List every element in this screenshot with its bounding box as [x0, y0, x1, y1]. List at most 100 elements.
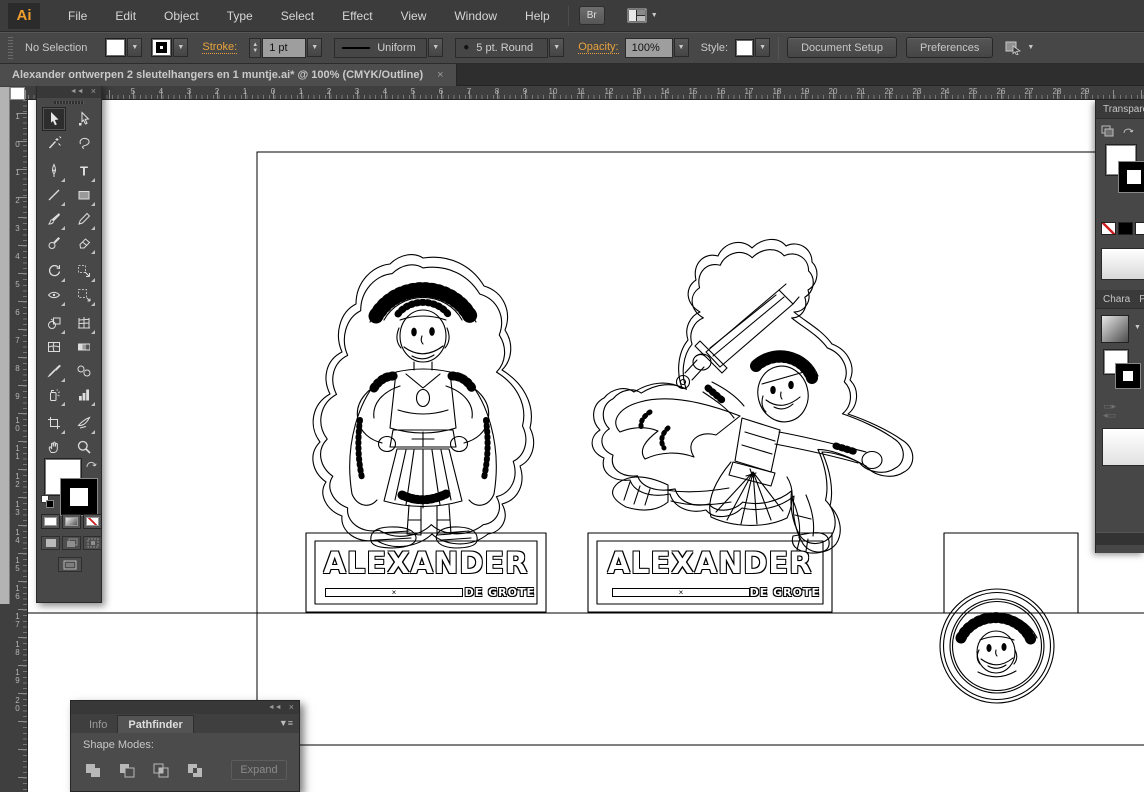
caret-down-icon[interactable]: ▼	[1134, 324, 1141, 331]
select-similar-control[interactable]: ▼	[1005, 40, 1034, 55]
tool-eyedropper[interactable]	[42, 359, 66, 383]
tool-blob-brush[interactable]	[42, 231, 66, 255]
width-profile-caret[interactable]: ▼	[428, 38, 443, 57]
stroke-weight-field[interactable]: 1 pt	[262, 38, 306, 58]
paragraph-panel-tab[interactable]: Pa	[1139, 294, 1144, 305]
document-tab[interactable]: Alexander ontwerpen 2 sleutelhangers en …	[0, 64, 457, 86]
opacity-field[interactable]: 100%	[625, 38, 673, 58]
tool-pencil[interactable]	[72, 207, 96, 231]
standing-figure-artwork[interactable]	[313, 255, 534, 548]
menu-help[interactable]: Help	[511, 3, 564, 29]
draw-normal-button[interactable]	[41, 536, 60, 550]
dock-preview-box[interactable]	[1101, 248, 1144, 280]
coin-artwork[interactable]	[940, 589, 1054, 703]
tool-rectangle[interactable]	[72, 183, 96, 207]
tool-shape-builder[interactable]	[42, 311, 66, 335]
tool-direct-selection[interactable]	[72, 107, 96, 131]
tab-pathfinder[interactable]: Pathfinder	[117, 715, 193, 733]
plate-title[interactable]: ALEXANDER	[315, 546, 537, 580]
panel-menu-icon[interactable]: ▼≡	[279, 718, 293, 728]
brush-caret[interactable]: ▼	[549, 38, 564, 57]
artwork-layer[interactable]	[0, 0, 1144, 792]
none-button[interactable]	[83, 514, 102, 529]
fill-color-swatch[interactable]	[105, 38, 126, 57]
opacity-caret[interactable]: ▼	[674, 38, 689, 57]
tool-blend[interactable]	[72, 359, 96, 383]
tool-lasso[interactable]	[72, 131, 96, 155]
menu-effect[interactable]: Effect	[328, 3, 386, 29]
menu-select[interactable]: Select	[267, 3, 328, 29]
tool-width[interactable]	[42, 283, 66, 307]
stroke-weight-stepper[interactable]: ▲▼	[249, 38, 261, 58]
close-icon[interactable]: ×	[289, 704, 294, 711]
transparency-panel-tab[interactable]: Transpare	[1096, 100, 1144, 119]
tool-gradient[interactable]	[72, 335, 96, 359]
screen-mode-button[interactable]	[58, 557, 82, 572]
plate-title[interactable]: ALEXANDER	[597, 546, 823, 580]
plate-subtitle[interactable]: DE GROTE	[455, 586, 535, 599]
tool-zoom[interactable]	[72, 435, 96, 459]
menu-object[interactable]: Object	[150, 3, 213, 29]
menu-edit[interactable]: Edit	[101, 3, 150, 29]
document-setup-button[interactable]: Document Setup	[787, 37, 897, 58]
tool-symbol-sprayer[interactable]	[42, 383, 66, 407]
menu-window[interactable]: Window	[440, 3, 511, 29]
brush-dropdown[interactable]: ● 5 pt. Round	[455, 38, 548, 58]
color-button[interactable]	[41, 514, 60, 529]
tool-paintbrush[interactable]	[42, 207, 66, 231]
expand-button[interactable]: Expand	[231, 760, 287, 780]
close-icon[interactable]: ×	[91, 88, 96, 95]
menu-file[interactable]: File	[54, 3, 101, 29]
width-profile-dropdown[interactable]: Uniform	[334, 38, 427, 58]
dock-stroke-proxy[interactable]	[1119, 162, 1144, 192]
panel-grip[interactable]	[8, 37, 13, 59]
stroke-proxy[interactable]	[61, 479, 97, 515]
menu-type[interactable]: Type	[213, 3, 267, 29]
tool-free-transform[interactable]	[72, 283, 96, 307]
tool-column-graph[interactable]	[72, 383, 96, 407]
shape-mode-unite[interactable]	[83, 761, 103, 779]
tool-scale[interactable]	[72, 259, 96, 283]
swap-arrows-icon[interactable]	[1122, 125, 1135, 137]
none-swatch[interactable]	[1101, 222, 1116, 235]
tool-magic-wand[interactable]	[42, 131, 66, 155]
bridge-button[interactable]: Br	[579, 6, 605, 25]
tab-info[interactable]: Info	[79, 716, 117, 733]
draw-behind-button[interactable]	[62, 536, 81, 550]
gradient-swatch[interactable]	[1101, 315, 1129, 343]
stroke-weight-caret[interactable]: ▼	[307, 38, 322, 57]
opacity-panel-link[interactable]: Opacity:	[578, 41, 618, 54]
shape-mode-minus-front[interactable]	[117, 761, 137, 779]
stroke-color-caret[interactable]: ▼	[173, 38, 188, 57]
tool-line-segment[interactable]	[42, 183, 66, 207]
tool-hand[interactable]	[42, 435, 66, 459]
black-swatch[interactable]	[1118, 222, 1133, 235]
ruler-origin-box[interactable]	[10, 87, 25, 100]
preferences-button[interactable]: Preferences	[906, 37, 993, 58]
tool-eraser[interactable]	[72, 231, 96, 255]
collapse-icon[interactable]: ◄◄	[268, 704, 282, 711]
action-figure-artwork[interactable]	[592, 239, 913, 553]
shape-mode-exclude[interactable]	[185, 761, 205, 779]
tool-slice[interactable]	[72, 411, 96, 435]
menu-view[interactable]: View	[387, 3, 441, 29]
tool-mesh[interactable]	[42, 335, 66, 359]
style-swatch[interactable]	[735, 39, 754, 57]
character-panel-tab[interactable]: Chara	[1103, 294, 1130, 305]
white-swatch[interactable]	[1135, 222, 1144, 235]
panel-drag-grip[interactable]	[37, 98, 101, 107]
dock-preview-box-2[interactable]	[1102, 428, 1144, 466]
stroke-color-swatch[interactable]	[151, 38, 172, 57]
tool-perspective-grid[interactable]	[72, 311, 96, 335]
collapse-icon[interactable]: ◄◄	[70, 88, 84, 95]
workspace-switcher[interactable]: ▼	[627, 8, 658, 23]
plate-name-bar[interactable]: ×	[325, 588, 463, 597]
gradient-button[interactable]	[62, 514, 81, 529]
dock-stroke-proxy-2[interactable]	[1116, 364, 1140, 388]
fill-color-caret[interactable]: ▼	[127, 38, 142, 57]
close-icon[interactable]: ×	[437, 69, 443, 81]
style-caret[interactable]: ▼	[755, 38, 770, 57]
tool-artboard[interactable]	[42, 411, 66, 435]
tool-pen[interactable]	[42, 159, 66, 183]
default-fill-stroke-icon[interactable]	[41, 495, 57, 511]
